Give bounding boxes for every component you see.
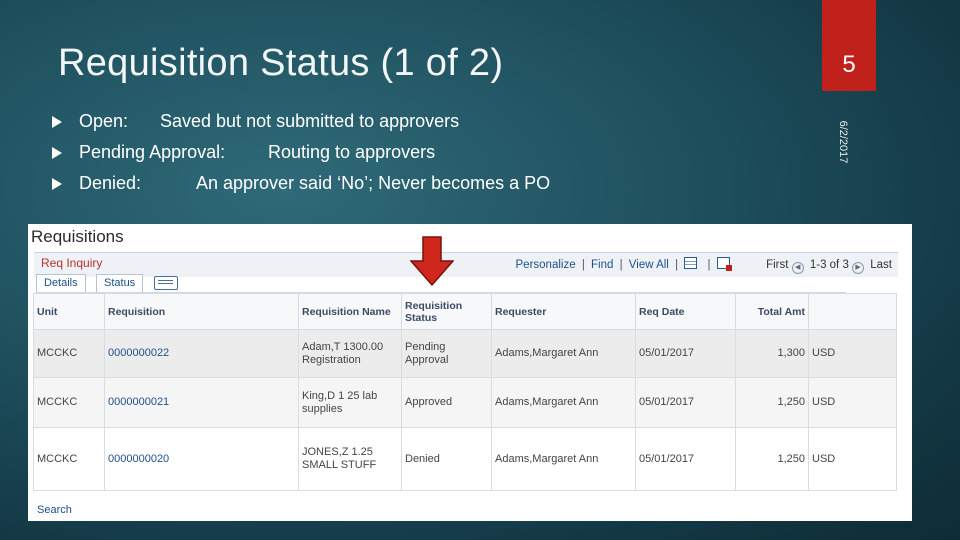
grid-actions: Personalize | Find | View All | | First …: [516, 257, 892, 274]
tab-status[interactable]: Status: [96, 274, 144, 292]
cell-currency: USD: [808, 377, 897, 428]
cell-requisition-link[interactable]: 0000000022: [104, 329, 299, 378]
bullet-list: Open: Saved but not submitted to approve…: [52, 108, 550, 201]
cell-amount: 1,250: [735, 377, 809, 428]
table-header-row: Unit Requisition Requisition Name Requis…: [33, 293, 897, 330]
cell-amount: 1,250: [735, 427, 809, 491]
cell-date: 05/01/2017: [635, 329, 736, 378]
first-link[interactable]: First: [766, 259, 788, 271]
column-header[interactable]: Requester: [491, 293, 636, 330]
table-row: MCCKC 0000000022 Adam,T 1300.00 Registra…: [33, 329, 897, 378]
bullet-desc: Saved but not submitted to approvers: [160, 111, 460, 131]
table-row: MCCKC 0000000020 JONES,Z 1.25 SMALL STUF…: [33, 427, 897, 491]
cell-status: Denied: [401, 427, 492, 491]
triangle-bullet-icon: [52, 116, 62, 128]
cell-requester: Adams,Margaret Ann: [491, 377, 636, 428]
column-header[interactable]: Req Date: [635, 293, 736, 330]
cell-name: King,D 1 25 lab supplies: [298, 377, 402, 428]
page-range: 1-3 of 3: [809, 259, 849, 271]
personalize-link[interactable]: Personalize: [516, 259, 576, 271]
table-row: MCCKC 0000000021 King,D 1 25 lab supplie…: [33, 377, 897, 428]
grid-title: Req Inquiry: [41, 256, 103, 270]
cell-name: Adam,T 1300.00 Registration: [298, 329, 402, 378]
bullet-desc: An approver said ‘No’; Never becomes a P…: [196, 173, 551, 193]
column-header[interactable]: Requisition Status: [401, 293, 492, 330]
bullet-term: Pending Approval:: [79, 142, 226, 162]
requisitions-table: Unit Requisition Requisition Name Requis…: [33, 293, 897, 491]
bullet-desc: Routing to approvers: [268, 142, 436, 162]
cell-requisition-link[interactable]: 0000000020: [104, 427, 299, 491]
requisitions-screenshot: Requisitions Req Inquiry Personalize | F…: [28, 224, 912, 521]
cell-unit: MCCKC: [33, 427, 105, 491]
cell-amount: 1,300: [735, 329, 809, 378]
down-arrow-icon: [410, 236, 454, 286]
separator: |: [675, 259, 679, 271]
separator: |: [707, 259, 711, 271]
bullet-term: Open:: [79, 111, 129, 131]
slide-title: Requisition Status (1 of 2): [58, 42, 504, 84]
column-header[interactable]: Unit: [33, 293, 105, 330]
page-title: Requisitions: [31, 227, 124, 246]
separator: |: [619, 259, 623, 271]
cell-status: Approved: [401, 377, 492, 428]
column-header[interactable]: Requisition Name: [298, 293, 402, 330]
cell-currency: USD: [808, 427, 897, 491]
cell-currency: USD: [808, 329, 897, 378]
bullet-item-denied: Denied: An approver said ‘No’; Never bec…: [52, 170, 550, 201]
grid-header-bar: Req Inquiry Personalize | Find | View Al…: [34, 252, 898, 277]
bullet-term: Denied:: [79, 173, 142, 193]
search-link[interactable]: Search: [37, 504, 72, 516]
zoom-grid-icon[interactable]: [684, 257, 698, 269]
next-page-icon[interactable]: ▶: [852, 262, 865, 274]
cell-unit: MCCKC: [33, 377, 105, 428]
triangle-bullet-icon: [52, 178, 62, 190]
cell-status: Pending Approval: [401, 329, 492, 378]
cell-unit: MCCKC: [33, 329, 105, 378]
cell-name: JONES,Z 1.25 SMALL STUFF: [298, 427, 402, 491]
cell-requester: Adams,Margaret Ann: [491, 427, 636, 491]
cell-requisition-link[interactable]: 0000000021: [104, 377, 299, 428]
slide-date-text: 6/2/2017: [837, 120, 849, 164]
cell-requester: Adams,Margaret Ann: [491, 329, 636, 378]
prev-page-icon[interactable]: ◀: [791, 262, 804, 274]
column-header[interactable]: Requisition: [104, 293, 299, 330]
tab-details[interactable]: Details: [36, 274, 86, 292]
last-link[interactable]: Last: [870, 259, 892, 271]
column-header: [808, 293, 897, 330]
page-number-tab: 5: [822, 0, 876, 91]
page-number: 5: [842, 51, 856, 78]
separator: |: [581, 259, 585, 271]
triangle-bullet-icon: [52, 147, 62, 159]
column-header[interactable]: Total Amt: [735, 293, 809, 330]
bullet-item-pending: Pending Approval: Routing to approvers: [52, 139, 435, 170]
download-excel-icon[interactable]: [716, 257, 732, 271]
cell-date: 05/01/2017: [635, 377, 736, 428]
find-link[interactable]: Find: [591, 259, 613, 271]
cell-date: 05/01/2017: [635, 427, 736, 491]
show-all-columns-icon[interactable]: [154, 276, 178, 290]
bullet-item-open: Open: Saved but not submitted to approve…: [52, 108, 459, 139]
view-all-link[interactable]: View All: [629, 259, 669, 271]
